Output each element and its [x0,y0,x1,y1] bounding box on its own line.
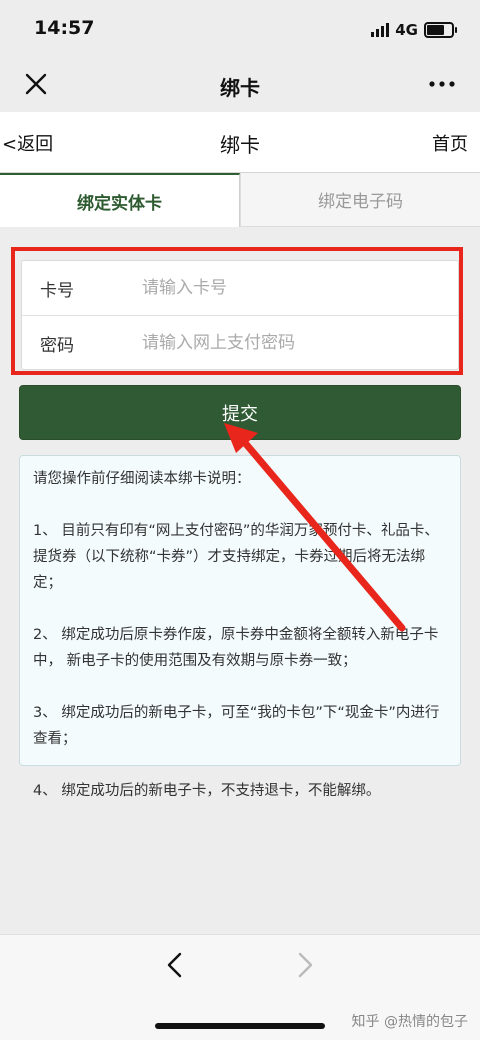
instruction-item: 1、 目前只有印有“网上支付密码”的华润万家预付卡、礼品卡、提货券（以下统称“卡… [33,523,439,591]
password-input[interactable] [140,332,434,354]
page-header: <返回 绑卡 首页 [0,112,480,173]
signal-icon [371,23,390,37]
password-row: 密码 [22,316,458,370]
status-indicators: 4G [371,20,457,40]
card-number-row: 卡号 [22,261,458,316]
home-link[interactable]: 首页 [432,130,468,156]
bind-card-form: 卡号 密码 [21,260,459,370]
status-bar: 14:57 4G [0,0,480,58]
browser-bottom-bar: 知乎 @热情的包子 [0,934,480,1040]
back-link[interactable]: <返回 [2,130,53,156]
tab-bar: 绑定实体卡 绑定电子码 [0,173,480,227]
instruction-item: 3、 绑定成功后的新电子卡，可至“我的卡包”下“现金卡”内进行查看； [33,705,440,747]
battery-icon [424,22,457,38]
tab-bind-e-code[interactable]: 绑定电子码 [240,173,480,227]
nav-forward-icon[interactable] [288,949,320,981]
watermark: 知乎 @热情的包子 [351,1014,468,1030]
status-time: 14:57 [34,17,95,39]
nav-back-icon[interactable] [160,949,192,981]
tab-bind-physical-card[interactable]: 绑定实体卡 [0,173,240,227]
instructions-box: 请您操作前仔细阅读本绑卡说明： 1、 目前只有印有“网上支付密码”的华润万家预付… [19,455,461,799]
page-title: 绑卡 [220,133,260,157]
instruction-item: 2、 绑定成功后原卡券作废，原卡券中金额将全额转入新电子卡中， 新电子卡的使用范… [33,627,439,669]
password-label: 密码 [40,335,74,356]
card-number-label: 卡号 [40,280,74,301]
card-number-input[interactable] [140,277,434,299]
wechat-title: 绑卡 [220,76,260,100]
wechat-nav-bar: 绑卡 [0,58,480,112]
more-icon[interactable] [424,68,460,100]
network-type: 4G [395,21,418,39]
submit-button[interactable]: 提交 [19,385,461,440]
instructions-intro: 请您操作前仔细阅读本绑卡说明： [33,471,251,487]
home-indicator[interactable] [155,1023,325,1029]
instruction-item: 4、 绑定成功后的新电子卡，不支持退卡，不能解绑。 [33,783,381,799]
